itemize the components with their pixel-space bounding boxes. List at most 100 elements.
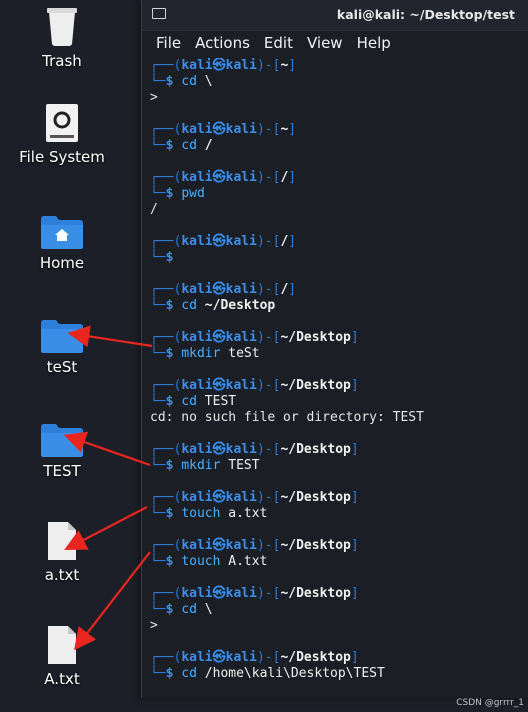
prompt-line: ┌──(kali㉿kali)-[~] [150, 122, 528, 138]
command-args: /home\kali\Desktop\TEST [196, 666, 385, 681]
prompt-user: kali [181, 538, 213, 553]
prompt-decoration: $ [165, 458, 182, 473]
prompt-decoration: )-[ [256, 586, 281, 601]
command-line: └─$ [150, 250, 528, 266]
menu-actions[interactable]: Actions [195, 34, 250, 52]
desktop-icon-label: Home [39, 254, 85, 272]
prompt-decoration: )-[ [256, 330, 281, 345]
drive-icon [12, 92, 112, 144]
command-line: └─$ cd / [150, 138, 528, 154]
prompt-decoration: $ [165, 554, 182, 569]
desktop-icon-home[interactable]: Home [12, 198, 112, 272]
desktop-icon-A-txt[interactable]: A.txt [12, 614, 112, 688]
desktop-icon-label: Trash [42, 52, 82, 70]
desktop-icon-label: TEST [43, 462, 81, 480]
command-args: TEST [220, 458, 260, 473]
prompt-user: kali [181, 330, 213, 345]
desktop-icon-TEST[interactable]: TEST [12, 406, 112, 480]
command-output: / [150, 202, 158, 217]
command-line: └─$ cd TEST [150, 394, 528, 410]
prompt-line: ┌──(kali㉿kali)-[/] [150, 282, 528, 298]
prompt-decoration: ┌──( [150, 330, 182, 345]
command-name: touch [181, 554, 221, 569]
prompt-decoration: └─ [150, 458, 166, 473]
prompt-user: kali [181, 58, 213, 73]
desktop-icon-label: File System [19, 148, 105, 166]
command-line: └─$ cd \ [150, 74, 528, 90]
command-name: cd [181, 74, 197, 89]
menu-view[interactable]: View [307, 34, 343, 52]
prompt-host: kali [225, 58, 257, 73]
prompt-decoration: )-[ [256, 58, 281, 73]
prompt-decoration: )-[ [256, 122, 281, 137]
prompt-decoration: ] [350, 650, 359, 665]
prompt-decoration: $ [165, 602, 182, 617]
command-args: teSt [220, 346, 260, 361]
prompt-path: ~/Desktop [280, 490, 351, 505]
prompt-decoration: $ [165, 186, 182, 201]
desktop-icon-label: a.txt [44, 566, 80, 584]
menu-file[interactable]: File [156, 34, 181, 52]
prompt-decoration: ┌──( [150, 650, 182, 665]
prompt-decoration: ┌──( [150, 122, 182, 137]
prompt-decoration: └─ [150, 186, 166, 201]
prompt-decoration: ] [350, 586, 359, 601]
prompt-path: ~/Desktop [280, 538, 351, 553]
file-icon [12, 510, 112, 562]
prompt-decoration: └─ [150, 506, 166, 521]
prompt-decoration: $ [165, 506, 182, 521]
home-folder-icon [12, 198, 112, 250]
prompt-decoration: )-[ [256, 170, 281, 185]
menu-help[interactable]: Help [357, 34, 391, 52]
prompt-user: kali [181, 442, 213, 457]
prompt-decoration: ] [350, 330, 359, 345]
prompt-at-symbol: ㉿ [212, 490, 226, 505]
command-args: / [196, 138, 213, 153]
prompt-decoration: └─ [150, 138, 166, 153]
command-name: mkdir [181, 458, 221, 473]
prompt-decoration: )-[ [256, 378, 281, 393]
command-name: mkdir [181, 346, 221, 361]
window-title: kali@kali: ~/Desktop/test [336, 7, 515, 22]
prompt-user: kali [181, 282, 213, 297]
prompt-host: kali [225, 538, 257, 553]
prompt-user: kali [181, 234, 213, 249]
prompt-decoration: ] [350, 378, 359, 393]
prompt-user: kali [181, 650, 213, 665]
desktop-icon-trash[interactable]: Trash [12, 0, 112, 70]
prompt-path: ~/Desktop [280, 330, 351, 345]
menu-edit[interactable]: Edit [264, 34, 293, 52]
command-name: cd [181, 602, 197, 617]
desktop-icon-file-system[interactable]: File System [12, 92, 112, 166]
prompt-line: ┌──(kali㉿kali)-[~/Desktop] [150, 650, 528, 666]
prompt-decoration: ┌──( [150, 58, 182, 73]
terminal-window[interactable]: kali@kali: ~/Desktop/test File Actions E… [141, 0, 528, 698]
prompt-decoration: ] [350, 490, 359, 505]
prompt-host: kali [225, 650, 257, 665]
terminal-output[interactable]: ┌──(kali㉿kali)-[~] └─$ cd \ > ┌──(kali㉿kali… [142, 58, 528, 698]
menu-bar: File Actions Edit View Help [142, 31, 528, 55]
prompt-decoration: )-[ [256, 650, 281, 665]
title-bar[interactable]: kali@kali: ~/Desktop/test [142, 0, 528, 31]
prompt-decoration: $ [165, 298, 182, 313]
desktop-icon-teSt[interactable]: teSt [12, 302, 112, 376]
prompt-decoration: )-[ [256, 442, 281, 457]
prompt-at-symbol: ㉿ [212, 170, 226, 185]
prompt-decoration: ┌──( [150, 170, 182, 185]
prompt-at-symbol: ㉿ [212, 58, 226, 73]
desktop-icon-a-txt[interactable]: a.txt [12, 510, 112, 584]
prompt-decoration: $ [165, 138, 182, 153]
prompt-host: kali [225, 330, 257, 345]
prompt-host: kali [225, 234, 257, 249]
prompt-host: kali [225, 282, 257, 297]
prompt-decoration: └─ [150, 394, 166, 409]
command-args: \ [196, 74, 213, 89]
prompt-decoration: └─ [150, 250, 166, 265]
prompt-user: kali [181, 378, 213, 393]
prompt-user: kali [181, 122, 213, 137]
prompt-decoration: ┌──( [150, 234, 182, 249]
